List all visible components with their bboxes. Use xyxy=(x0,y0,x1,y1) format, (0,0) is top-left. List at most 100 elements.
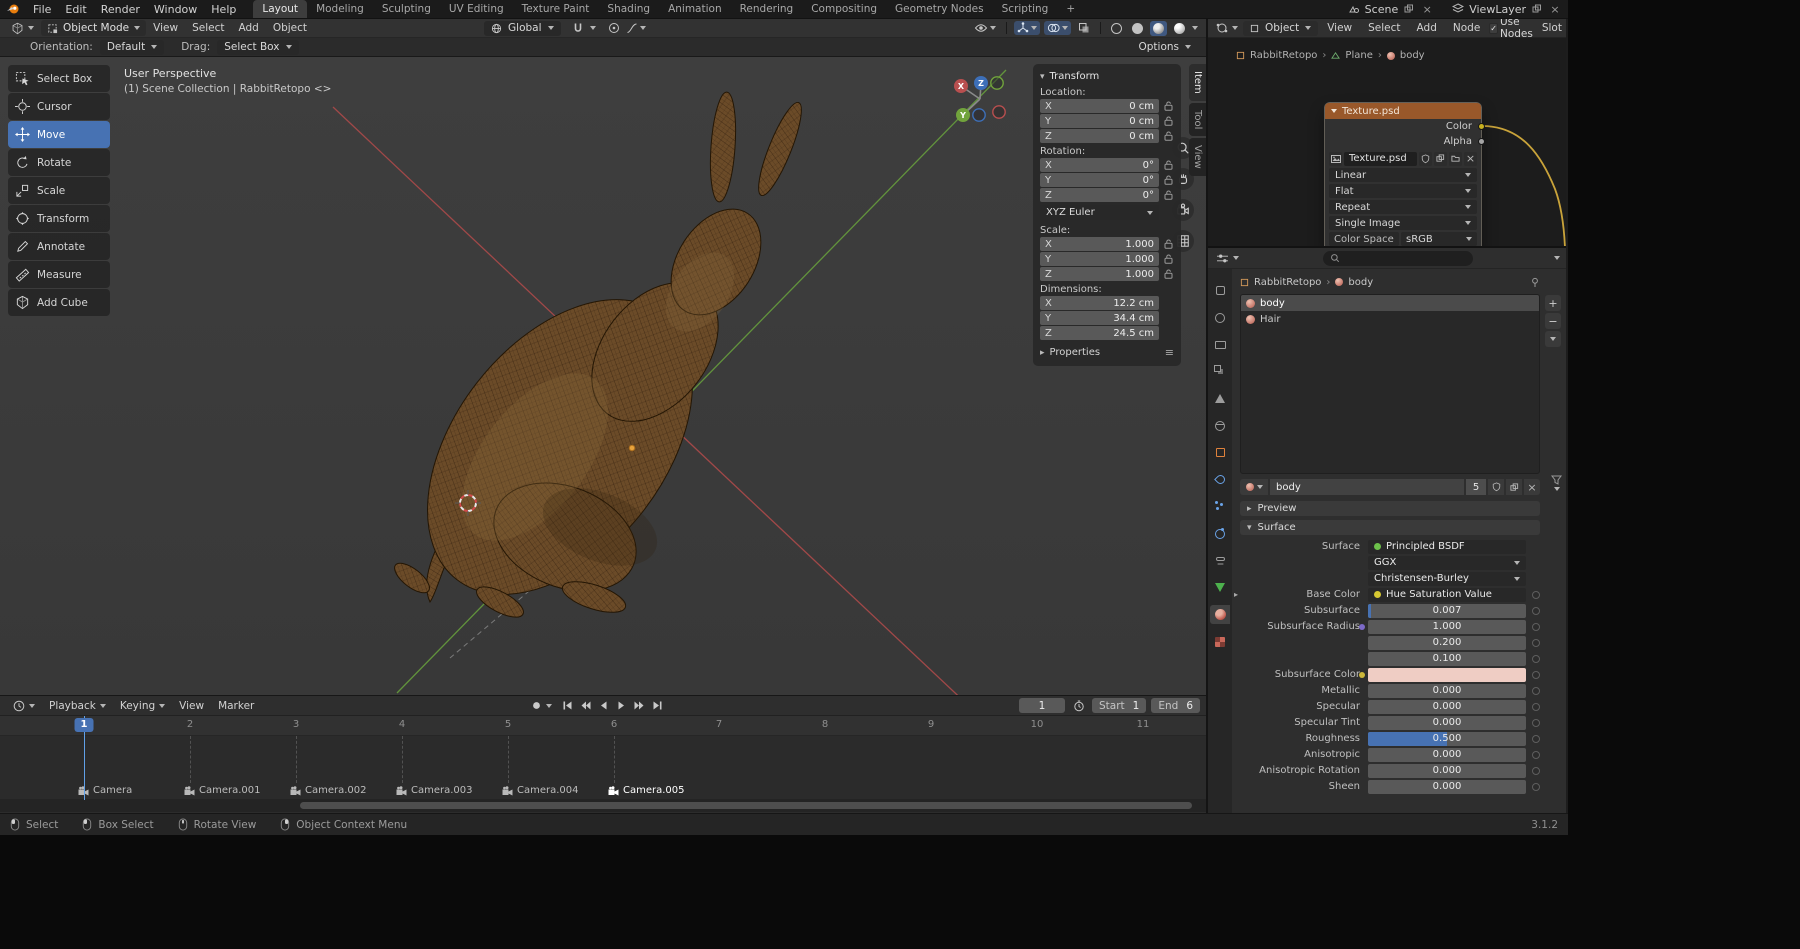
sidebar-tab-tool[interactable]: Tool xyxy=(1189,102,1206,137)
blender-logo-icon[interactable] xyxy=(0,0,26,18)
workspace-tab-uv-editing[interactable]: UV Editing xyxy=(440,0,513,18)
distribution-dropdown[interactable]: GGX xyxy=(1368,555,1526,570)
proportional-editing-toggle[interactable] xyxy=(605,21,623,35)
snap-toggle[interactable] xyxy=(569,21,587,35)
properties-tab-scene[interactable] xyxy=(1210,389,1230,408)
color-space-dropdown[interactable]: sRGB xyxy=(1401,232,1477,246)
surface-shader-dropdown[interactable]: Principled BSDF xyxy=(1368,539,1526,554)
decorate-keyframe-dot[interactable] xyxy=(1532,750,1540,759)
node-menu-node[interactable]: Node xyxy=(1446,19,1487,37)
roughness-slider[interactable]: 0.500 xyxy=(1368,731,1526,746)
chevron-down-icon[interactable] xyxy=(1553,487,1560,491)
scale-y-field[interactable]: Y 1.000 xyxy=(1040,252,1159,266)
decorate-keyframe-dot[interactable] xyxy=(1532,782,1540,791)
show-overlays-toggle[interactable] xyxy=(1044,21,1071,35)
specular-slider[interactable]: 0.000 xyxy=(1368,699,1526,714)
source-dropdown[interactable]: Single Image xyxy=(1329,216,1477,230)
timeline-scrollbar-handle[interactable] xyxy=(300,802,1192,809)
previous-keyframe-button[interactable] xyxy=(577,698,594,713)
current-frame-field[interactable]: 1 xyxy=(1019,698,1065,713)
camera-marker[interactable]: Camera xyxy=(78,785,132,796)
menu-window[interactable]: Window xyxy=(147,0,204,18)
image-browse-button[interactable] xyxy=(1329,151,1342,166)
frame-end-field[interactable]: End 6 xyxy=(1151,698,1200,713)
subsurface-radius-field-3[interactable]: 0.100 xyxy=(1368,651,1526,666)
dimensions-y-field[interactable]: Y 34.4 cm xyxy=(1040,311,1159,325)
decorate-keyframe-dot[interactable] xyxy=(1532,638,1540,647)
camera-marker[interactable]: Camera.002 xyxy=(290,785,367,796)
slot-specials-button[interactable] xyxy=(1545,331,1561,347)
lock-button[interactable] xyxy=(1163,116,1174,126)
jump-to-end-button[interactable] xyxy=(649,698,666,713)
breadcrumb-mesh[interactable]: Plane xyxy=(1345,50,1372,61)
sidebar-tab-item[interactable]: Item xyxy=(1189,64,1206,101)
lock-button[interactable] xyxy=(1163,131,1174,141)
object-visibility-dropdown[interactable] xyxy=(971,21,999,35)
viewport-menu-view[interactable]: View xyxy=(146,19,185,37)
editor-type-button[interactable] xyxy=(4,19,41,37)
node-menu-select[interactable]: Select xyxy=(1361,19,1407,37)
fake-user-shield-button[interactable] xyxy=(1488,479,1504,495)
decorate-keyframe-dot[interactable] xyxy=(1532,606,1540,615)
properties-tab-view-layer[interactable] xyxy=(1210,362,1230,381)
orientation-dropdown[interactable]: Default xyxy=(99,39,165,55)
decorate-keyframe-dot[interactable] xyxy=(1532,766,1540,775)
rotation-z-field[interactable]: Z 0° xyxy=(1040,188,1159,202)
properties-tab-object[interactable] xyxy=(1210,443,1230,462)
shader-type-dropdown[interactable]: Object xyxy=(1243,20,1319,36)
camera-marker-active[interactable]: Camera.005 xyxy=(608,785,685,796)
jump-to-start-button[interactable] xyxy=(559,698,576,713)
scene-delete-button[interactable] xyxy=(1420,2,1434,16)
workspace-tab-sculpting[interactable]: Sculpting xyxy=(373,0,440,18)
properties-tab-texture[interactable] xyxy=(1210,632,1230,651)
decorate-keyframe-dot[interactable] xyxy=(1532,654,1540,663)
drag-dropdown[interactable]: Select Box xyxy=(217,39,299,55)
material-users-count[interactable]: 5 xyxy=(1466,479,1486,495)
image-unlink-button[interactable] xyxy=(1464,151,1477,166)
image-texture-node[interactable]: Texture.psd Color Alpha Texture.psd × Li… xyxy=(1325,103,1485,246)
lock-button[interactable] xyxy=(1163,269,1174,279)
properties-tab-output[interactable] xyxy=(1210,335,1230,354)
tool-annotate[interactable]: Annotate xyxy=(8,233,110,260)
funnel-icon[interactable] xyxy=(1551,475,1562,485)
dimensions-x-field[interactable]: X 12.2 cm xyxy=(1040,296,1159,310)
proportional-falloff-dropdown[interactable] xyxy=(623,21,649,35)
location-y-field[interactable]: Y0 cm xyxy=(1040,114,1159,128)
scene-copy-button[interactable] xyxy=(1402,2,1416,16)
expand-icon[interactable] xyxy=(1234,590,1238,599)
tool-rotate[interactable]: Rotate xyxy=(8,149,110,176)
metallic-slider[interactable]: 0.000 xyxy=(1368,683,1526,698)
remove-slot-button[interactable] xyxy=(1545,313,1561,329)
viewlayer-selector[interactable]: ViewLayer xyxy=(1452,3,1526,16)
transform-orientation-dropdown[interactable]: Global xyxy=(484,20,561,36)
location-x-field[interactable]: X0 cm xyxy=(1040,99,1159,113)
panel-menu-icon[interactable] xyxy=(1165,346,1174,359)
location-z-field[interactable]: Z0 cm xyxy=(1040,129,1159,143)
rotation-y-field[interactable]: Y 0° xyxy=(1040,173,1159,187)
node-header[interactable]: Texture.psd xyxy=(1325,103,1481,119)
sheen-slider[interactable]: 0.000 xyxy=(1368,779,1526,794)
color-output-socket[interactable] xyxy=(1478,123,1485,130)
slot-dropdown[interactable]: Slot xyxy=(1535,19,1566,37)
workspace-tab-shading[interactable]: Shading xyxy=(598,0,659,18)
lock-button[interactable] xyxy=(1163,160,1174,170)
workspace-tab-rendering[interactable]: Rendering xyxy=(731,0,803,18)
lock-button[interactable] xyxy=(1163,175,1174,185)
shading-wireframe-button[interactable] xyxy=(1108,22,1125,35)
scale-z-field[interactable]: Z 1.000 xyxy=(1040,267,1159,281)
menu-file[interactable]: File xyxy=(26,0,58,18)
anisotropic-rotation-slider[interactable]: 0.000 xyxy=(1368,763,1526,778)
subsurface-method-dropdown[interactable]: Christensen-Burley xyxy=(1368,571,1526,586)
tool-add-cube[interactable]: Add Cube xyxy=(8,289,110,316)
menu-help[interactable]: Help xyxy=(204,0,243,18)
tool-select-box[interactable]: Select Box xyxy=(8,65,110,92)
add-slot-button[interactable] xyxy=(1545,295,1561,311)
specular-tint-slider[interactable]: 0.000 xyxy=(1368,715,1526,730)
decorate-keyframe-dot[interactable] xyxy=(1532,702,1540,711)
lock-button[interactable] xyxy=(1163,239,1174,249)
material-slot-hair[interactable]: Hair xyxy=(1241,311,1539,327)
timeline-menu-keying[interactable]: Keying xyxy=(113,696,172,715)
shader-node-editor[interactable]: Object View Select Add Node Use Nodes Sl… xyxy=(1208,19,1566,248)
viewport-menu-object[interactable]: Object xyxy=(266,19,314,37)
properties-editor-type-button[interactable] xyxy=(1214,248,1241,268)
